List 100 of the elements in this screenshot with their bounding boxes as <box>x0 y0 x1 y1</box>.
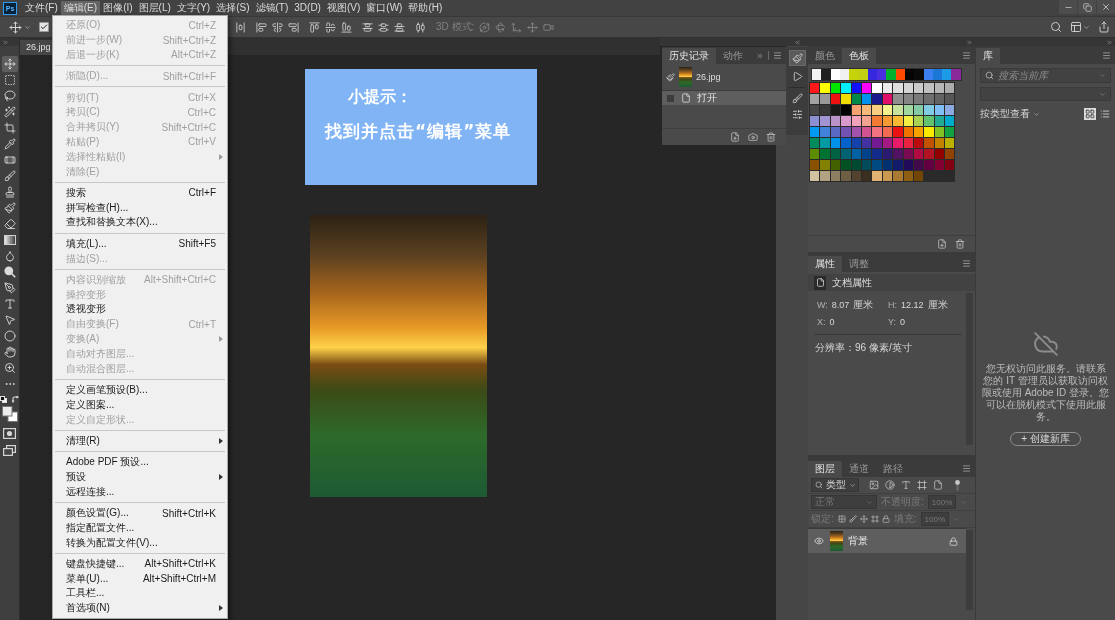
swatch-icon[interactable] <box>821 69 831 80</box>
align-center-icon[interactable] <box>272 21 283 33</box>
swatch-icon[interactable] <box>893 94 903 104</box>
swatch-icon[interactable] <box>932 69 943 80</box>
menu-title[interactable]: 图层(L) <box>135 1 174 15</box>
swatch-icon[interactable] <box>810 105 820 115</box>
swatch-icon[interactable] <box>851 94 861 104</box>
swatch-icon[interactable] <box>820 160 830 170</box>
double-chevron-icon[interactable] <box>793 38 801 46</box>
swatch-icon[interactable] <box>820 116 830 126</box>
history-snapshot[interactable]: 26.jpg <box>662 64 786 90</box>
align-bottom-icon[interactable] <box>341 21 352 33</box>
swatch-icon[interactable] <box>861 116 872 126</box>
swatch-icon[interactable] <box>830 171 841 181</box>
swatch-icon[interactable] <box>851 116 861 126</box>
swatch-icon[interactable] <box>893 105 903 115</box>
swatch-icon[interactable] <box>841 83 851 93</box>
swatch-icon[interactable] <box>872 116 882 126</box>
swatch-icon[interactable] <box>851 127 861 137</box>
field-value[interactable]: 0 <box>829 317 835 327</box>
swatch-icon[interactable] <box>882 94 893 104</box>
paintbrush-icon[interactable] <box>788 50 806 66</box>
swatch-icon[interactable] <box>882 149 893 159</box>
search-icon[interactable] <box>985 71 994 80</box>
panel-tab[interactable]: 动作 <box>716 48 750 64</box>
swatch-icon[interactable] <box>913 138 924 148</box>
swatch-icon[interactable] <box>903 105 913 115</box>
video-camera-icon[interactable] <box>543 21 555 33</box>
swatch-icon[interactable] <box>945 160 955 170</box>
share-icon[interactable] <box>1098 21 1110 33</box>
swatch-icon[interactable] <box>820 171 830 181</box>
swatch-icon[interactable] <box>882 171 893 181</box>
swatch-icon[interactable] <box>903 94 913 104</box>
swatch-icon[interactable] <box>903 83 913 93</box>
menu-item[interactable]: 清理(R) <box>53 433 227 449</box>
distribute-top-icon[interactable] <box>362 21 373 33</box>
menu-item[interactable]: 预设 <box>53 469 227 485</box>
swatch-icon[interactable] <box>830 69 840 80</box>
swatch-icon[interactable] <box>913 105 924 115</box>
swatch-icon[interactable] <box>945 127 955 137</box>
move-3d-icon[interactable] <box>511 21 523 33</box>
swatch-icon[interactable] <box>934 160 945 170</box>
panel-menu-icon[interactable] <box>1102 51 1111 60</box>
swatch-icon[interactable] <box>830 83 841 93</box>
swatch-icon[interactable] <box>893 138 903 148</box>
trash-icon[interactable] <box>766 132 776 142</box>
swatch-icon[interactable] <box>861 83 872 93</box>
move-icon[interactable] <box>1 56 18 72</box>
rotate-3d-icon[interactable] <box>495 21 507 33</box>
close-icon[interactable] <box>1101 2 1111 12</box>
new-file-icon[interactable] <box>937 239 947 249</box>
swatch-icon[interactable] <box>882 116 893 126</box>
swatch-icon[interactable] <box>903 116 913 126</box>
menu-title[interactable]: 图像(I) <box>100 1 136 15</box>
swatch-icon[interactable] <box>882 105 893 115</box>
swatch-icon[interactable] <box>861 127 872 137</box>
gradient-icon[interactable] <box>1 232 18 248</box>
swatch-icon[interactable] <box>945 149 955 159</box>
swatch-icon[interactable] <box>820 105 830 115</box>
menu-title[interactable]: 文字(Y) <box>173 1 214 15</box>
swatch-icon[interactable] <box>820 138 830 148</box>
lasso-icon[interactable] <box>1 88 18 104</box>
swap-icon[interactable] <box>12 396 19 403</box>
search-icon[interactable] <box>815 481 823 489</box>
grid-view-icon[interactable] <box>1084 108 1096 120</box>
swatch-icon[interactable] <box>893 149 903 159</box>
swatch-icon[interactable] <box>872 160 882 170</box>
swatch-icon[interactable] <box>810 83 820 93</box>
swatch-icon[interactable] <box>830 116 841 126</box>
align-left-icon[interactable] <box>256 21 267 33</box>
swatch-icon[interactable] <box>913 116 924 126</box>
panel-menu-icon[interactable] <box>962 464 971 473</box>
menu-title[interactable]: 编辑(E) <box>60 1 101 15</box>
swatch-icon[interactable] <box>924 83 934 93</box>
hash-icon[interactable] <box>917 480 927 490</box>
swatch-icon[interactable] <box>861 149 872 159</box>
double-chevron-icon[interactable] <box>966 38 973 46</box>
distribute-center-icon[interactable] <box>415 21 426 33</box>
caret-icon[interactable] <box>24 23 31 31</box>
swatch-icon[interactable] <box>893 116 903 126</box>
swatch-icon[interactable] <box>945 105 955 115</box>
sliders-icon[interactable] <box>791 109 803 120</box>
menu-title[interactable]: 帮助(H) <box>405 1 446 15</box>
menu-item[interactable]: 菜单(U)... Alt+Shift+Ctrl+M <box>53 571 227 587</box>
align-top-icon[interactable] <box>309 21 320 33</box>
swatch-icon[interactable] <box>903 149 913 159</box>
swatch-icon[interactable] <box>882 160 893 170</box>
swatch-icon[interactable] <box>934 105 945 115</box>
double-chevron-icon[interactable] <box>2 38 9 46</box>
swatch-icon[interactable] <box>810 94 820 104</box>
swatch-icon[interactable] <box>872 127 882 137</box>
panel-tab[interactable]: 通道 <box>842 461 876 477</box>
swatch-icon[interactable] <box>830 94 841 104</box>
paintbrush-icon[interactable] <box>1 200 18 216</box>
hand-icon[interactable] <box>1 344 18 360</box>
scrollbar[interactable] <box>966 530 973 610</box>
auto-select-checkbox[interactable] <box>39 22 49 32</box>
swatch-icon[interactable] <box>851 149 861 159</box>
menu-item[interactable]: 定义图案... <box>53 397 227 413</box>
layer-row[interactable]: 背景 <box>808 528 966 553</box>
